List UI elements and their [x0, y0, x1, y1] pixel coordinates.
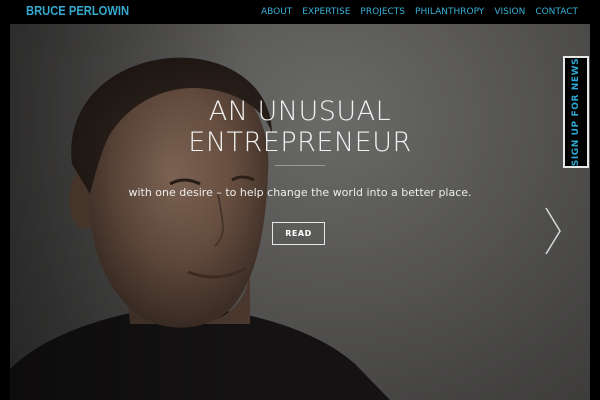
site-logo[interactable]: BRUCE PERLOWIN: [26, 3, 129, 18]
nav-item-contact[interactable]: CONTACT: [535, 7, 578, 17]
hero-headline-line2: ENTREPRENEUR: [188, 127, 412, 158]
nav-item-about[interactable]: ABOUT: [261, 7, 292, 17]
portrait-photo: [10, 24, 590, 400]
sign-up-label: SIGN UP FOR NEWS: [571, 57, 581, 167]
hero-tagline: with one desire – to help change the wor…: [128, 186, 472, 199]
main-nav: ABOUT EXPERTISE PROJECTS PHILANTHROPY VI…: [261, 7, 578, 17]
hero-headline-line1: AN UNUSUAL: [208, 96, 392, 127]
top-navigation-bar: BRUCE PERLOWIN ABOUT EXPERTISE PROJECTS …: [0, 0, 600, 24]
sign-up-for-news-tab[interactable]: SIGN UP FOR NEWS: [563, 56, 589, 168]
nav-item-projects[interactable]: PROJECTS: [360, 7, 405, 17]
headline-divider: [275, 165, 325, 166]
read-button[interactable]: READ: [272, 222, 325, 245]
nav-item-vision[interactable]: VISION: [494, 7, 525, 17]
chevron-right-icon[interactable]: [544, 206, 562, 256]
nav-item-expertise[interactable]: EXPERTISE: [302, 7, 350, 17]
hero-banner: [10, 24, 590, 400]
nav-item-philanthropy[interactable]: PHILANTHROPY: [415, 7, 484, 17]
